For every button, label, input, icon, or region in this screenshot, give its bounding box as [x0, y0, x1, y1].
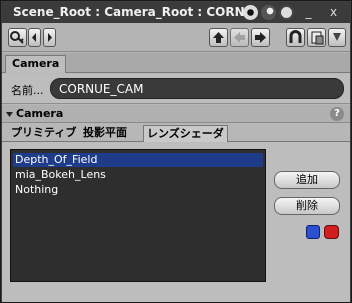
- help-button[interactable]: ?: [330, 107, 344, 121]
- toolbar: [2, 23, 350, 52]
- clipboard-icon: [311, 31, 324, 45]
- minimize-button[interactable]: _: [299, 4, 318, 21]
- tab-primitive[interactable]: プリミティブ: [11, 125, 76, 142]
- arrow-right-icon: [48, 33, 52, 42]
- title-bar[interactable]: Scene_Root : Camera_Root : CORNUE_... _ …: [2, 2, 350, 23]
- magnet-icon: [289, 30, 302, 43]
- arrow-up-icon: [213, 32, 224, 43]
- section-title: Camera: [5, 107, 63, 120]
- name-label: 名前...: [11, 84, 44, 97]
- preset-icon: [333, 33, 341, 41]
- paste-button[interactable]: [307, 28, 326, 47]
- name-row: 名前... CORNUE_CAM: [2, 74, 350, 104]
- preset-button[interactable]: [328, 28, 346, 47]
- magnet-button[interactable]: [286, 28, 305, 47]
- nav-forward-button[interactable]: [43, 28, 56, 47]
- list-item[interactable]: Depth_Of_Field: [13, 153, 263, 167]
- arrow-right-icon: [255, 32, 266, 43]
- tab-projection-plane[interactable]: 投影平面: [83, 125, 127, 142]
- list-item[interactable]: Nothing: [13, 183, 263, 197]
- tab-camera[interactable]: Camera: [5, 55, 67, 73]
- subtab-strip: プリミティブ 投影平面 レンズシェーダ: [2, 124, 350, 142]
- collapse-up-button[interactable]: [209, 28, 228, 47]
- add-button[interactable]: 追加: [274, 171, 340, 189]
- keying-button[interactable]: [8, 28, 27, 47]
- tab-lens-shaders[interactable]: レンズシェーダ: [143, 125, 228, 142]
- window-title: Scene_Root : Camera_Root : CORNUE_...: [13, 5, 245, 19]
- delete-button[interactable]: 削除: [274, 197, 340, 215]
- previous-button[interactable]: [230, 28, 249, 47]
- arrow-left-icon: [234, 32, 245, 43]
- inspect-shader-icon[interactable]: [306, 225, 320, 239]
- key-icon: [10, 31, 24, 44]
- camera-property-window: Scene_Root : Camera_Root : CORNUE_... _ …: [0, 0, 352, 303]
- lens-shader-list[interactable]: Depth_Of_Field mia_Bokeh_Lens Nothing: [10, 149, 266, 282]
- lock-icon[interactable]: [279, 5, 294, 20]
- collapse-triangle-icon: [6, 111, 13, 117]
- arrow-left-icon: [32, 33, 36, 42]
- render-icon[interactable]: [261, 5, 276, 20]
- nav-back-button[interactable]: [28, 28, 41, 47]
- list-item[interactable]: mia_Bokeh_Lens: [13, 168, 263, 182]
- lens-shader-panel: Depth_Of_Field mia_Bokeh_Lens Nothing 追加…: [2, 142, 350, 302]
- camera-section-header[interactable]: Camera ?: [2, 105, 350, 123]
- disconnect-shader-icon[interactable]: [324, 225, 339, 239]
- next-button[interactable]: [251, 28, 270, 47]
- property-body: Camera 名前... CORNUE_CAM Camera ? プリミティブ …: [2, 23, 350, 302]
- tab-strip: Camera: [2, 53, 350, 73]
- close-button[interactable]: x: [324, 4, 343, 21]
- record-icon[interactable]: [243, 5, 258, 20]
- name-field[interactable]: CORNUE_CAM: [50, 78, 344, 99]
